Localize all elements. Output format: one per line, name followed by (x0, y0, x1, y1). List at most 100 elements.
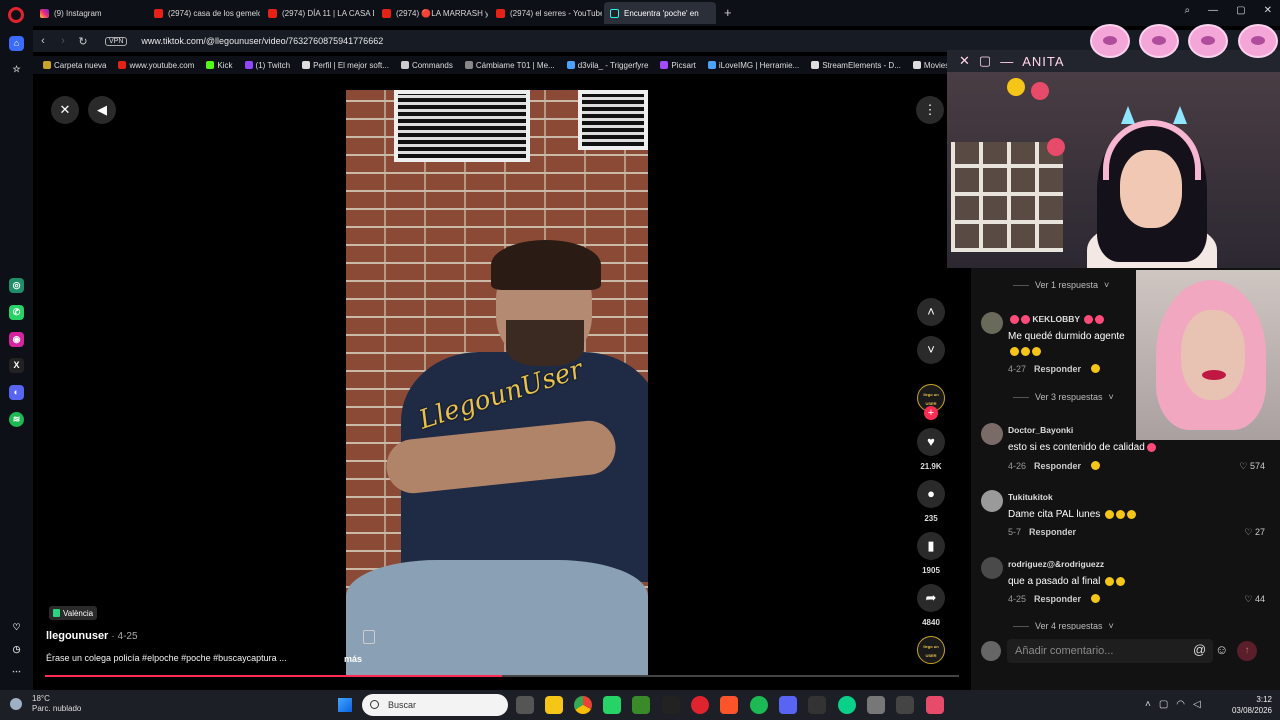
whatsapp-icon[interactable]: ✆ (9, 305, 24, 320)
save-button[interactable]: ▮ 1905 (913, 532, 949, 575)
sound-disc[interactable]: llego un USER (913, 636, 949, 664)
follow-button[interactable]: + (924, 406, 938, 420)
view-replies-link[interactable]: Ver 3 respuestas ˅ (1013, 392, 1114, 402)
avatar[interactable] (981, 312, 1003, 334)
comment-like-button[interactable]: ♡ 574 (1239, 461, 1265, 472)
comment-username[interactable]: rodriguez@&rodriguezz (1008, 559, 1104, 569)
history-icon[interactable]: ◷ (9, 642, 24, 657)
bookmark-item[interactable]: StreamElements - D... (811, 61, 901, 70)
bookmark-item[interactable]: Commands (400, 61, 453, 70)
comment-username[interactable]: Doctor_Bayonki (1008, 425, 1073, 435)
tab-youtube-2[interactable]: (2974) DÍA 11 | LA CASA D (262, 2, 374, 24)
bookmark-item[interactable]: d3vila_ - Triggerfyre (566, 61, 648, 70)
minimize-icon[interactable]: — (1208, 5, 1218, 16)
tab-youtube-4[interactable]: (2974) el serres - YouTube (490, 2, 602, 24)
app-tray-icon[interactable]: ▢ (1159, 699, 1176, 710)
taskbar-search[interactable]: Buscar (362, 694, 508, 716)
app-icon[interactable] (896, 696, 914, 714)
close-window-icon[interactable]: ✕ (1264, 5, 1272, 16)
spotify-icon[interactable]: ≋ (9, 412, 24, 427)
opera-icon[interactable] (691, 696, 709, 714)
tab-search-icon[interactable]: ⌕ (1185, 5, 1191, 16)
x-icon[interactable]: X (9, 358, 24, 373)
weather-widget[interactable]: 18°C Parc. nublado (10, 694, 81, 714)
brave-icon[interactable] (720, 696, 738, 714)
close-icon[interactable]: ✕ (51, 96, 79, 124)
bookmark-item[interactable]: Perfil | El mejor soft... (302, 61, 389, 70)
like-button[interactable]: ♥ 21.9K (913, 428, 949, 471)
comment-like-button[interactable]: ♡ 44 (1244, 594, 1265, 605)
comment-button[interactable]: ● 235 (913, 480, 949, 523)
emoji-picker-icon[interactable]: ☺ (1215, 642, 1228, 657)
avatar[interactable] (981, 557, 1003, 579)
location-tag[interactable]: València (49, 606, 98, 620)
reply-button[interactable]: Responder (1029, 527, 1076, 537)
captions-icon[interactable] (363, 630, 375, 644)
bookmark-item[interactable]: www.youtube.com (118, 61, 194, 70)
next-video-button[interactable]: ˅ (913, 336, 949, 364)
bookmark-item[interactable]: Cámbiame T01 | Me... (464, 61, 555, 70)
windows-start-icon[interactable] (338, 698, 352, 712)
spotify-icon[interactable] (750, 696, 768, 714)
home-icon[interactable]: ⌂ (9, 36, 24, 51)
video-player[interactable]: LlegounUser (346, 90, 648, 676)
file-explorer-icon[interactable] (545, 696, 563, 714)
discord-icon[interactable]: ◐ (9, 385, 24, 400)
chrome-icon[interactable] (574, 696, 592, 714)
video-author[interactable]: llegounuser · 4-25 (46, 630, 138, 642)
star-icon[interactable]: ☆ (9, 62, 24, 77)
wifi-icon[interactable]: ◠ (1176, 699, 1193, 710)
creator-avatar[interactable]: llego un USER + (913, 384, 949, 420)
steam-icon[interactable] (808, 696, 826, 714)
back-icon[interactable]: ‹ (33, 35, 53, 47)
comment-like-button[interactable]: ♡ 27 (1244, 527, 1265, 538)
reply-button[interactable]: Responder (1034, 364, 1081, 374)
comment-input[interactable] (1007, 639, 1213, 663)
bookmark-item[interactable]: Kick (206, 61, 233, 70)
whatsapp-icon[interactable] (603, 696, 621, 714)
more-link[interactable]: más (344, 654, 362, 664)
system-tray[interactable]: ˄▢◠◁ (1145, 699, 1209, 710)
view-replies-link[interactable]: Ver 4 respuestas ˅ (1013, 622, 1114, 630)
new-tab-button[interactable]: + (724, 2, 732, 24)
url-field[interactable]: www.tiktok.com/@llegounuser/video/763276… (141, 36, 383, 46)
bookmark-item[interactable]: Picsart (660, 61, 696, 70)
app-icon[interactable] (838, 696, 856, 714)
clock[interactable]: 3:12 03/08/2026 (1232, 694, 1272, 716)
reply-button[interactable]: Responder (1034, 461, 1081, 471)
forward-icon[interactable]: › (53, 35, 73, 47)
avatar[interactable] (981, 490, 1003, 512)
comment-username[interactable]: Tukitukitok (1008, 492, 1053, 502)
maximize-icon[interactable]: ▢ (1236, 5, 1245, 16)
mention-icon[interactable]: @ (1193, 642, 1206, 657)
comment-username[interactable]: KEKLOBBY (1008, 314, 1105, 325)
avatar[interactable] (981, 423, 1003, 445)
more-options-icon[interactable]: ⋮ (916, 96, 944, 124)
share-button[interactable]: ➦ 4840 (913, 584, 949, 627)
tab-youtube-1[interactable]: (2974) casa de los gemelos (148, 2, 260, 24)
send-button[interactable]: ↑ (1237, 641, 1257, 661)
volume-icon[interactable]: ◀ (88, 96, 116, 124)
opera-logo-icon[interactable] (8, 7, 24, 23)
discord-icon[interactable] (779, 696, 797, 714)
bookmark-item[interactable]: Carpeta nueva (43, 61, 106, 70)
bookmark-item[interactable]: iLoveIMG | Herramie... (707, 61, 799, 70)
epic-games-icon[interactable] (662, 696, 680, 714)
vpn-badge[interactable]: VPN (105, 36, 128, 46)
chatgpt-icon[interactable]: ◎ (9, 278, 24, 293)
volume-icon[interactable]: ◁ (1193, 699, 1209, 710)
app-icon[interactable] (926, 696, 944, 714)
tab-instagram[interactable]: (9) Instagram (34, 2, 146, 24)
tab-tiktok[interactable]: Encuentra 'poche' en (604, 2, 716, 24)
tab-youtube-3[interactable]: (2974) 🔴LA MARRASH y (376, 2, 488, 24)
heart-sidebar-icon[interactable]: ♡ (9, 620, 24, 635)
instagram-sidebar-icon[interactable]: ◉ (9, 332, 24, 347)
reload-icon[interactable]: ↻ (73, 35, 93, 48)
prev-video-button[interactable]: ˄ (913, 298, 949, 326)
task-view-icon[interactable] (516, 696, 534, 714)
chevron-up-icon[interactable]: ˄ (1145, 699, 1159, 710)
settings-icon[interactable] (867, 696, 885, 714)
minecraft-icon[interactable] (632, 696, 650, 714)
bookmark-item[interactable]: (1) Twitch (244, 61, 290, 70)
reply-button[interactable]: Responder (1034, 594, 1081, 604)
